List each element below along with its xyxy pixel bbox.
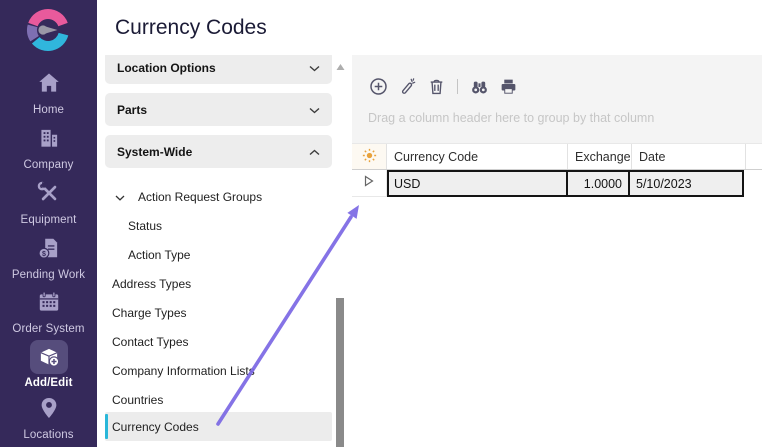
tree-item-countries[interactable]: Countries bbox=[105, 385, 332, 414]
navigation-panel: Location Options Parts System-Wide Actio… bbox=[97, 55, 345, 447]
sidebar-item-label: Equipment bbox=[0, 214, 97, 226]
column-header-currency-code[interactable]: Currency Code bbox=[387, 144, 568, 169]
accordion-location-options[interactable]: Location Options bbox=[105, 55, 332, 84]
nav-scrollbar-thumb[interactable] bbox=[336, 298, 344, 447]
accordion-label: System-Wide bbox=[117, 145, 192, 159]
sidebar-item-home[interactable]: Home bbox=[0, 70, 97, 116]
tree-item-status[interactable]: Status bbox=[105, 211, 332, 240]
sidebar-item-label: Order System bbox=[0, 323, 97, 335]
chevron-down-icon bbox=[115, 190, 125, 204]
grid-toolbar-area: Drag a column header here to group by th… bbox=[352, 55, 762, 143]
sun-icon bbox=[362, 148, 377, 166]
column-header-exchange[interactable]: Exchange bbox=[568, 144, 632, 169]
grid-toolbar bbox=[368, 76, 518, 96]
customize-column-header[interactable] bbox=[352, 144, 387, 169]
column-header-date[interactable]: Date bbox=[632, 144, 746, 169]
sidebar-item-order-system[interactable]: Order System bbox=[0, 289, 97, 335]
cell-currency-code[interactable]: USD bbox=[387, 170, 568, 197]
calendar-icon bbox=[0, 289, 97, 320]
map-pin-icon bbox=[0, 395, 97, 426]
page-title: Currency Codes bbox=[115, 16, 267, 40]
cell-date[interactable]: 5/10/2023 bbox=[628, 170, 744, 197]
app-window: Home Company bbox=[0, 0, 762, 447]
accordion-parts[interactable]: Parts bbox=[105, 93, 332, 126]
title-bar: Currency Codes bbox=[97, 0, 762, 55]
accordion-label: Location Options bbox=[117, 61, 216, 75]
sidebar: Home Company bbox=[0, 0, 97, 447]
tree-item-label: Status bbox=[128, 219, 162, 233]
home-icon bbox=[0, 70, 97, 101]
grid-header-row: Currency Code Exchange Date bbox=[352, 143, 762, 170]
printer-icon[interactable] bbox=[498, 76, 518, 96]
tree-item-label: Company Information Lists bbox=[112, 364, 255, 378]
add-circle-icon[interactable] bbox=[368, 76, 388, 96]
tree-item-label: Countries bbox=[112, 393, 163, 407]
tree-item-label: Action Request Groups bbox=[138, 190, 262, 204]
tree-item-action-request-groups[interactable]: Action Request Groups bbox=[105, 182, 332, 211]
column-header-filler bbox=[746, 144, 762, 169]
sidebar-item-equipment[interactable]: Equipment bbox=[0, 180, 97, 226]
sidebar-item-company[interactable]: Company bbox=[0, 125, 97, 171]
tree-item-label: Action Type bbox=[128, 248, 190, 262]
tree-item-label: Charge Types bbox=[112, 306, 187, 320]
table-row[interactable]: USD 1.0000 5/10/2023 bbox=[352, 170, 762, 197]
sidebar-item-locations[interactable]: Locations bbox=[0, 395, 97, 441]
svg-text:$: $ bbox=[41, 251, 45, 258]
cell-exchange[interactable]: 1.0000 bbox=[566, 170, 630, 197]
tree-item-action-type[interactable]: Action Type bbox=[105, 240, 332, 269]
sidebar-item-label: Locations bbox=[0, 429, 97, 441]
tree-item-charge-types[interactable]: Charge Types bbox=[105, 298, 332, 327]
magic-wand-icon[interactable] bbox=[397, 76, 417, 96]
binoculars-icon[interactable] bbox=[469, 76, 489, 96]
tools-icon bbox=[0, 180, 97, 211]
tree-item-address-types[interactable]: Address Types bbox=[105, 269, 332, 298]
box-plus-icon bbox=[36, 344, 62, 370]
scroll-up-button[interactable] bbox=[336, 63, 345, 73]
currency-grid: Currency Code Exchange Date USD 1.0000 5… bbox=[352, 143, 762, 197]
accordion-system-wide[interactable]: System-Wide bbox=[105, 135, 332, 168]
document-dollar-icon: $ bbox=[0, 235, 97, 266]
tree-item-contact-types[interactable]: Contact Types bbox=[105, 327, 332, 356]
expand-triangle-icon bbox=[364, 174, 374, 192]
sidebar-item-label: Company bbox=[0, 159, 97, 171]
group-by-hint: Drag a column header here to group by th… bbox=[368, 111, 654, 125]
sidebar-item-label: Home bbox=[0, 104, 97, 116]
tree-item-label: Address Types bbox=[112, 277, 191, 291]
row-expand-button[interactable] bbox=[352, 170, 387, 197]
tree-item-currency-codes[interactable]: Currency Codes bbox=[105, 412, 332, 441]
sidebar-item-pending-work[interactable]: $ Pending Work bbox=[0, 235, 97, 281]
toolbar-divider bbox=[457, 79, 458, 94]
chevron-down-icon bbox=[309, 103, 320, 117]
selected-item-highlight bbox=[30, 340, 68, 374]
tree-item-label: Contact Types bbox=[112, 335, 189, 349]
tree-item-label: Currency Codes bbox=[112, 420, 199, 434]
trash-icon[interactable] bbox=[426, 76, 446, 96]
app-logo-icon[interactable] bbox=[24, 6, 72, 54]
chevron-down-icon bbox=[309, 61, 320, 75]
building-icon bbox=[0, 125, 97, 156]
tree-item-company-information-lists[interactable]: Company Information Lists bbox=[105, 356, 332, 385]
sidebar-item-label: Pending Work bbox=[0, 269, 97, 281]
sidebar-item-label: Add/Edit bbox=[0, 377, 97, 389]
sidebar-item-add-edit[interactable]: Add/Edit bbox=[0, 340, 97, 389]
accordion-label: Parts bbox=[117, 103, 147, 117]
chevron-up-icon bbox=[309, 145, 320, 159]
